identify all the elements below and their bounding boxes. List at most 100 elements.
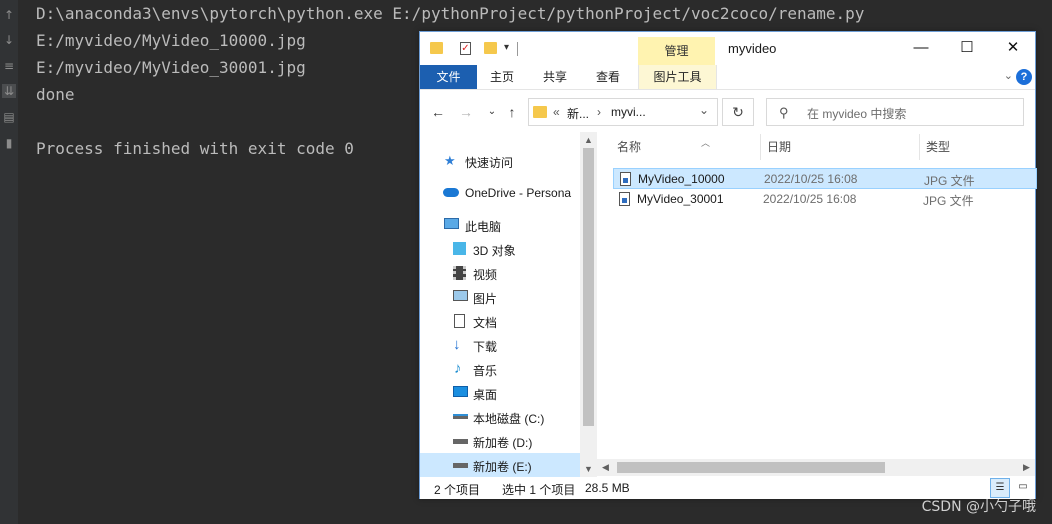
drive-icon [453,463,468,468]
nav-label: 音乐 [473,364,498,378]
nav-item-drive-c[interactable]: 本地磁盘 (C:) [420,405,580,429]
search-placeholder: 在 myvideo 中搜索 [807,107,907,121]
column-divider[interactable] [760,134,761,160]
nav-item-onedrive[interactable]: OneDrive - Persona [420,181,580,205]
file-date: 2022/10/25 16:08 [763,192,857,206]
column-divider[interactable] [919,134,920,160]
up-arrow-icon[interactable]: ↑ [2,8,16,22]
computer-icon [444,218,459,229]
nav-label: 此电脑 [465,220,502,234]
column-header-name[interactable]: ︿ 名称 [617,138,710,160]
tab-share[interactable]: 共享 [533,65,577,89]
expand-ribbon-icon[interactable]: ⌄ [1004,69,1013,82]
video-icon [453,266,466,280]
navigation-bar: ← → ⌄ ↑ « 新... › myvi... ⌄ ↻ ⚲ 在 myvideo… [420,90,1035,132]
scrollbar-thumb[interactable] [617,462,885,473]
cloud-icon [443,188,459,197]
down-arrow-icon[interactable]: ↓ [2,33,16,47]
navigation-pane: ★ 快速访问 OneDrive - Persona 此电脑 3D 对象 视频 图… [420,132,580,477]
file-type: JPG 文件 [924,174,975,188]
nav-item-downloads[interactable]: ↓ 下载 [420,333,580,357]
column-label: 名称 [617,140,642,154]
nav-item-desktop[interactable]: 桌面 [420,381,580,405]
nav-pane-scrollbar[interactable]: ▲ ▼ [580,132,597,477]
watermark: CSDN @小勺子哦 [921,499,1036,515]
help-icon[interactable]: ? [1016,69,1032,85]
console-line: D:\anaconda3\envs\pytorch\python.exe E:/… [36,4,865,23]
nav-item-quick-access[interactable]: ★ 快速访问 [420,149,580,173]
print-icon[interactable]: ▤ [2,110,16,124]
selection-count: 选中 1 个项目 [502,483,576,497]
file-name: MyVideo_30001 [637,192,724,206]
tab-file[interactable]: 文件 [420,65,477,89]
nav-item-drive-e[interactable]: 新加卷 (E:) [420,453,580,477]
breadcrumb-separator[interactable]: › [597,105,601,119]
address-overflow[interactable]: « [553,105,560,119]
minimize-button[interactable]: — [898,32,944,64]
file-list-scrollbar[interactable]: ◀ ▶ [597,459,1035,476]
nav-item-this-pc[interactable]: 此电脑 [420,213,580,237]
scroll-left-icon[interactable]: ◀ [597,459,614,475]
scroll-right-icon[interactable]: ▶ [1018,459,1035,475]
nav-item-pictures[interactable]: 图片 [420,285,580,309]
address-dropdown-icon[interactable]: ⌄ [699,103,709,117]
refresh-button[interactable]: ↻ [722,98,754,126]
forward-arrow-icon[interactable]: → [458,104,474,120]
file-row[interactable]: MyVideo_30001 2022/10/25 16:08 JPG 文件 [613,189,1037,210]
file-row[interactable]: MyVideo_10000 2022/10/25 16:08 JPG 文件 [613,168,1037,189]
nav-item-videos[interactable]: 视频 [420,261,580,285]
nav-item-3d-objects[interactable]: 3D 对象 [420,237,580,261]
nav-item-music[interactable]: ♪ 音乐 [420,357,580,381]
file-date: 2022/10/25 16:08 [764,172,858,186]
nav-item-drive-d[interactable]: 新加卷 (D:) [420,429,580,453]
scroll-down-icon[interactable]: ▼ [580,461,597,477]
new-folder-icon[interactable] [484,42,497,54]
close-button[interactable]: ✕ [990,32,1036,64]
manage-context-label: 管理 [638,37,715,65]
nav-label: 下载 [473,340,498,354]
scrollbar-thumb[interactable] [583,148,594,426]
soft-wrap-icon[interactable]: ≡ [2,59,16,73]
scroll-to-end-icon[interactable]: ⇊ [2,84,16,98]
large-icons-view-icon[interactable]: ▭ [1013,478,1033,498]
music-icon: ♪ [454,360,462,377]
customize-toolbar-icon[interactable]: ▾ [504,42,518,56]
image-file-icon [620,172,631,186]
address-bar[interactable]: « 新... › myvi... ⌄ [528,98,718,126]
console-toolbar: ↑ ↓ ≡ ⇊ ▤ ▮ [0,0,18,524]
toolbar-divider [517,42,518,56]
breadcrumb-segment[interactable]: 新... [567,105,589,122]
selection-size: 28.5 MB [585,481,630,495]
up-folder-icon[interactable]: ↑ [504,104,520,120]
desktop-icon [453,386,468,397]
console-line: E:/myvideo/MyVideo_30001.jpg [36,58,306,77]
drive-icon [453,439,468,444]
nav-label: 新加卷 (E:) [473,460,532,474]
search-box[interactable]: ⚲ 在 myvideo 中搜索 [766,98,1024,126]
tab-picture-tools[interactable]: 图片工具 [638,65,717,89]
properties-icon[interactable]: ✓ [460,42,471,55]
ribbon-tabs: 文件 主页 共享 查看 图片工具 ⌄ ? [420,65,1035,90]
details-view-icon[interactable]: ☰ [990,478,1010,498]
nav-label: 桌面 [473,388,498,402]
tab-home[interactable]: 主页 [480,65,524,89]
maximize-button[interactable]: ☐ [944,32,990,64]
picture-icon [453,290,468,301]
recent-locations-icon[interactable]: ⌄ [484,104,500,120]
nav-label: 快速访问 [465,156,514,170]
console-line: done [36,85,75,104]
tab-view[interactable]: 查看 [586,65,630,89]
scroll-up-icon[interactable]: ▲ [580,132,597,148]
breadcrumb-segment[interactable]: myvi... [611,105,646,119]
column-header-date[interactable]: 日期 [767,138,791,160]
system-drive-icon [453,414,468,419]
nav-item-documents[interactable]: 文档 [420,309,580,333]
nav-label: OneDrive - Persona [465,186,572,200]
trash-icon[interactable]: ▮ [2,136,16,150]
column-header-type[interactable]: 类型 [926,138,950,160]
back-arrow-icon[interactable]: ← [430,104,446,120]
file-list: ︿ 名称 日期 类型 MyVideo_10000 2022/10/25 16:0… [597,132,1037,477]
file-type: JPG 文件 [923,194,974,208]
file-explorer-window: ✓ ▾ 管理 myvideo — ☐ ✕ 文件 主页 共享 查看 图片工具 ⌄ … [419,31,1037,499]
search-icon: ⚲ [779,105,789,120]
